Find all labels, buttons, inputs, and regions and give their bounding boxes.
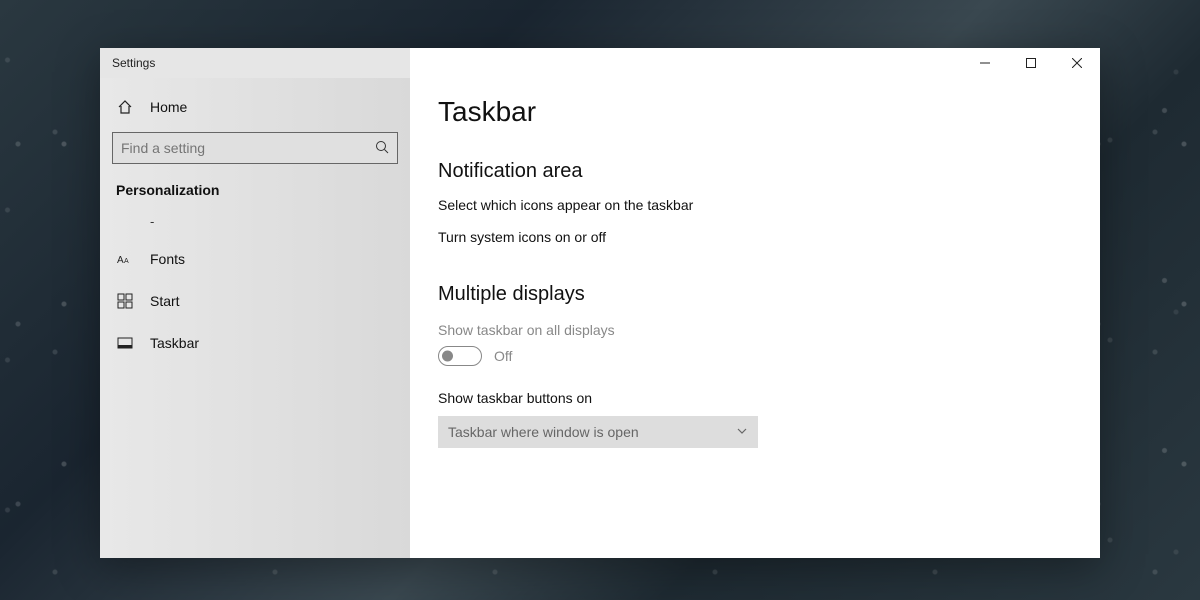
chevron-down-icon: [736, 425, 748, 440]
sidebar-item-label: Taskbar: [150, 335, 199, 351]
link-system-icons[interactable]: Turn system icons on or off: [438, 229, 1072, 245]
toggle-row-show-all: Off: [438, 346, 1072, 366]
sidebar-item-label: -: [150, 214, 154, 229]
section-title-displays: Multiple displays: [438, 283, 1072, 306]
window-controls: [962, 48, 1100, 78]
close-button[interactable]: [1054, 48, 1100, 78]
start-icon: [116, 293, 134, 309]
sidebar-item-fonts[interactable]: AA Fonts: [100, 238, 410, 280]
dropdown-value: Taskbar where window is open: [448, 424, 639, 440]
toggle-state-label: Off: [494, 348, 512, 364]
sidebar: Home Personalization - AA Fonts: [100, 78, 410, 558]
search-box[interactable]: [112, 132, 398, 164]
window-body: Home Personalization - AA Fonts: [100, 78, 1100, 558]
content-pane: Taskbar Notification area Select which i…: [410, 78, 1100, 558]
setting-buttons-label: Show taskbar buttons on: [438, 390, 1072, 406]
sidebar-item-label: Start: [150, 293, 180, 309]
sidebar-item-home[interactable]: Home: [100, 86, 410, 128]
svg-text:A: A: [124, 258, 129, 265]
page-title: Taskbar: [438, 96, 1072, 128]
fonts-icon: AA: [116, 251, 134, 267]
dropdown-taskbar-buttons[interactable]: Taskbar where window is open: [438, 416, 758, 448]
search-input[interactable]: [121, 140, 363, 156]
svg-text:A: A: [117, 255, 124, 266]
maximize-button[interactable]: [1008, 48, 1054, 78]
settings-window: Settings Home: [100, 48, 1100, 558]
toggle-show-all-displays[interactable]: [438, 346, 482, 366]
sidebar-item-label: Fonts: [150, 251, 185, 267]
sidebar-category: Personalization: [100, 174, 410, 204]
setting-show-all-label: Show taskbar on all displays: [438, 322, 1072, 338]
search-icon: [375, 140, 389, 157]
sidebar-item-label: Home: [150, 99, 187, 115]
taskbar-icon: [116, 335, 134, 351]
spacer: [438, 261, 1072, 279]
section-title-notification: Notification area: [438, 160, 1072, 183]
sidebar-item-taskbar[interactable]: Taskbar: [100, 322, 410, 364]
sidebar-item-start[interactable]: Start: [100, 280, 410, 322]
search-wrap: [100, 128, 410, 174]
home-icon: [116, 99, 134, 115]
window-title: Settings: [112, 56, 155, 70]
sidebar-item-collapsed[interactable]: -: [100, 204, 410, 238]
minimize-button[interactable]: [962, 48, 1008, 78]
link-select-icons[interactable]: Select which icons appear on the taskbar: [438, 197, 1072, 213]
titlebar: Settings: [100, 48, 1100, 78]
